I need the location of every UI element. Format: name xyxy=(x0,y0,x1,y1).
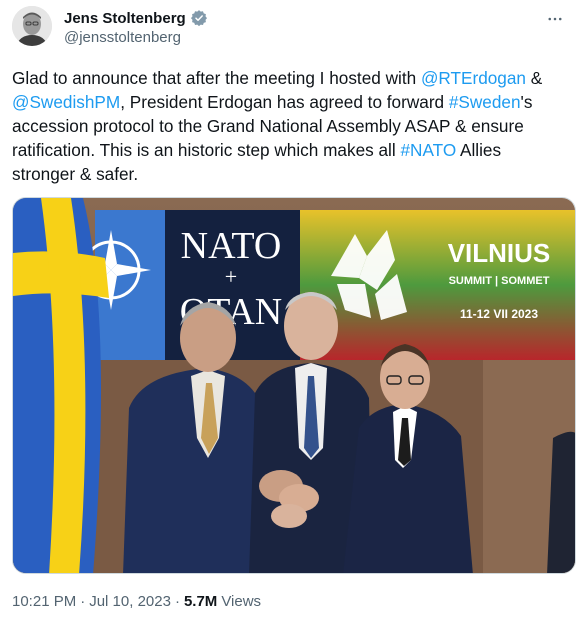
backdrop-plus-text: + xyxy=(225,264,237,289)
author-name-row: Jens Stoltenberg xyxy=(64,8,208,28)
tweet-text-segment: , President Erdogan has agreed to forwar… xyxy=(120,92,449,112)
backdrop-summit-text: SUMMIT | SOMMET xyxy=(449,275,550,287)
author-display-name[interactable]: Jens Stoltenberg xyxy=(64,10,186,27)
backdrop-nato-text: NATO xyxy=(181,225,282,267)
mention-link-swedishpm[interactable]: @SwedishPM xyxy=(12,92,120,112)
tweet-meta: 10:21 PM · Jul 10, 2023 · 5.7M Views xyxy=(12,593,261,610)
author-handle[interactable]: @jensstoltenberg xyxy=(64,29,181,46)
backdrop-city-text: VILNIUS xyxy=(448,238,551,268)
tweet-date[interactable]: Jul 10, 2023 xyxy=(89,593,171,610)
views-label: Views xyxy=(221,593,262,610)
summit-handshake-photo: NATO + OTAN VILNIUS SUMMIT | SOMMET 11-1… xyxy=(13,198,575,573)
mention-link-rterdogan[interactable]: @RTErdogan xyxy=(421,68,526,88)
meta-separator: · xyxy=(174,593,180,610)
avatar-portrait-image xyxy=(12,6,52,46)
hashtag-link-nato[interactable]: #NATO xyxy=(400,140,456,160)
tweet-time[interactable]: 10:21 PM xyxy=(12,593,76,610)
tweet-text-segment: Glad to announce that after the meeting … xyxy=(12,68,421,88)
views-count: 5.7M xyxy=(183,593,218,610)
author-avatar[interactable] xyxy=(12,6,52,46)
hashtag-link-sweden[interactable]: #Sweden xyxy=(449,92,521,112)
tweet-text-segment: & xyxy=(525,68,543,88)
tweet-text: Glad to announce that after the meeting … xyxy=(12,66,568,186)
more-options-icon[interactable] xyxy=(542,6,568,32)
backdrop-dates-text: 11-12 VII 2023 xyxy=(460,307,538,321)
verified-badge-icon[interactable] xyxy=(190,9,208,27)
meta-separator: · xyxy=(80,593,86,610)
tweet-photo[interactable]: NATO + OTAN VILNIUS SUMMIT | SOMMET 11-1… xyxy=(12,197,576,574)
